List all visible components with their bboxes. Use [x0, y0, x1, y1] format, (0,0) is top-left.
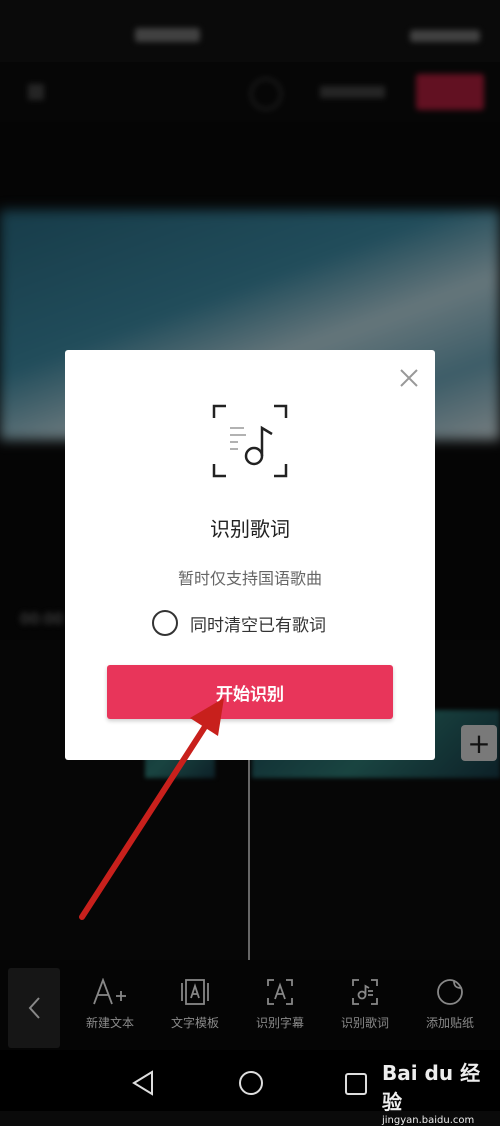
dialog-title: 识别歌词: [210, 517, 290, 541]
recognize-lyrics-icon: [352, 979, 378, 1005]
chevron-left-icon: [28, 997, 40, 1019]
watermark-url: jingyan.baidu.com: [382, 1115, 475, 1126]
dialog-subtitle: 暂时仅支持国语歌曲: [177, 569, 322, 588]
lyrics-recognize-icon: [212, 404, 288, 478]
baidu-watermark: Bai du 经验 jingyan.baidu.com: [382, 1057, 500, 1126]
checkbox-label: 同时清空已有歌词: [190, 615, 326, 636]
tool-add-sticker[interactable]: 添加贴纸: [410, 978, 490, 1031]
tool-label: 新建文本: [85, 1016, 134, 1030]
nav-back-icon[interactable]: [132, 1070, 154, 1096]
tool-recognize-subtitle[interactable]: 识别字幕: [240, 978, 320, 1031]
tool-new-text[interactable]: 新建文本: [70, 978, 150, 1031]
tool-recognize-lyrics[interactable]: 识别歌词: [325, 978, 405, 1031]
text-template-icon: [181, 979, 209, 1005]
tool-label: 识别歌词: [340, 1016, 389, 1030]
radio-circle-icon[interactable]: [152, 610, 178, 636]
tool-label: 添加贴纸: [425, 1016, 474, 1030]
recognize-subtitle-icon: [267, 979, 293, 1005]
nav-home-icon[interactable]: [238, 1070, 264, 1096]
clear-lyrics-checkbox[interactable]: 同时清空已有歌词: [152, 609, 326, 637]
tool-label: 文字模板: [170, 1016, 219, 1030]
back-button[interactable]: [8, 968, 60, 1048]
close-icon[interactable]: [396, 365, 422, 391]
tool-label: 识别字幕: [255, 1016, 304, 1030]
sticker-icon: [437, 979, 463, 1005]
start-recognition-button[interactable]: 开始识别: [107, 665, 393, 719]
tool-text-template[interactable]: 文字模板: [155, 978, 235, 1031]
add-text-icon: [93, 978, 126, 1005]
watermark-brand: Bai du 经验: [382, 1061, 481, 1114]
nav-recents-icon[interactable]: [345, 1073, 367, 1095]
